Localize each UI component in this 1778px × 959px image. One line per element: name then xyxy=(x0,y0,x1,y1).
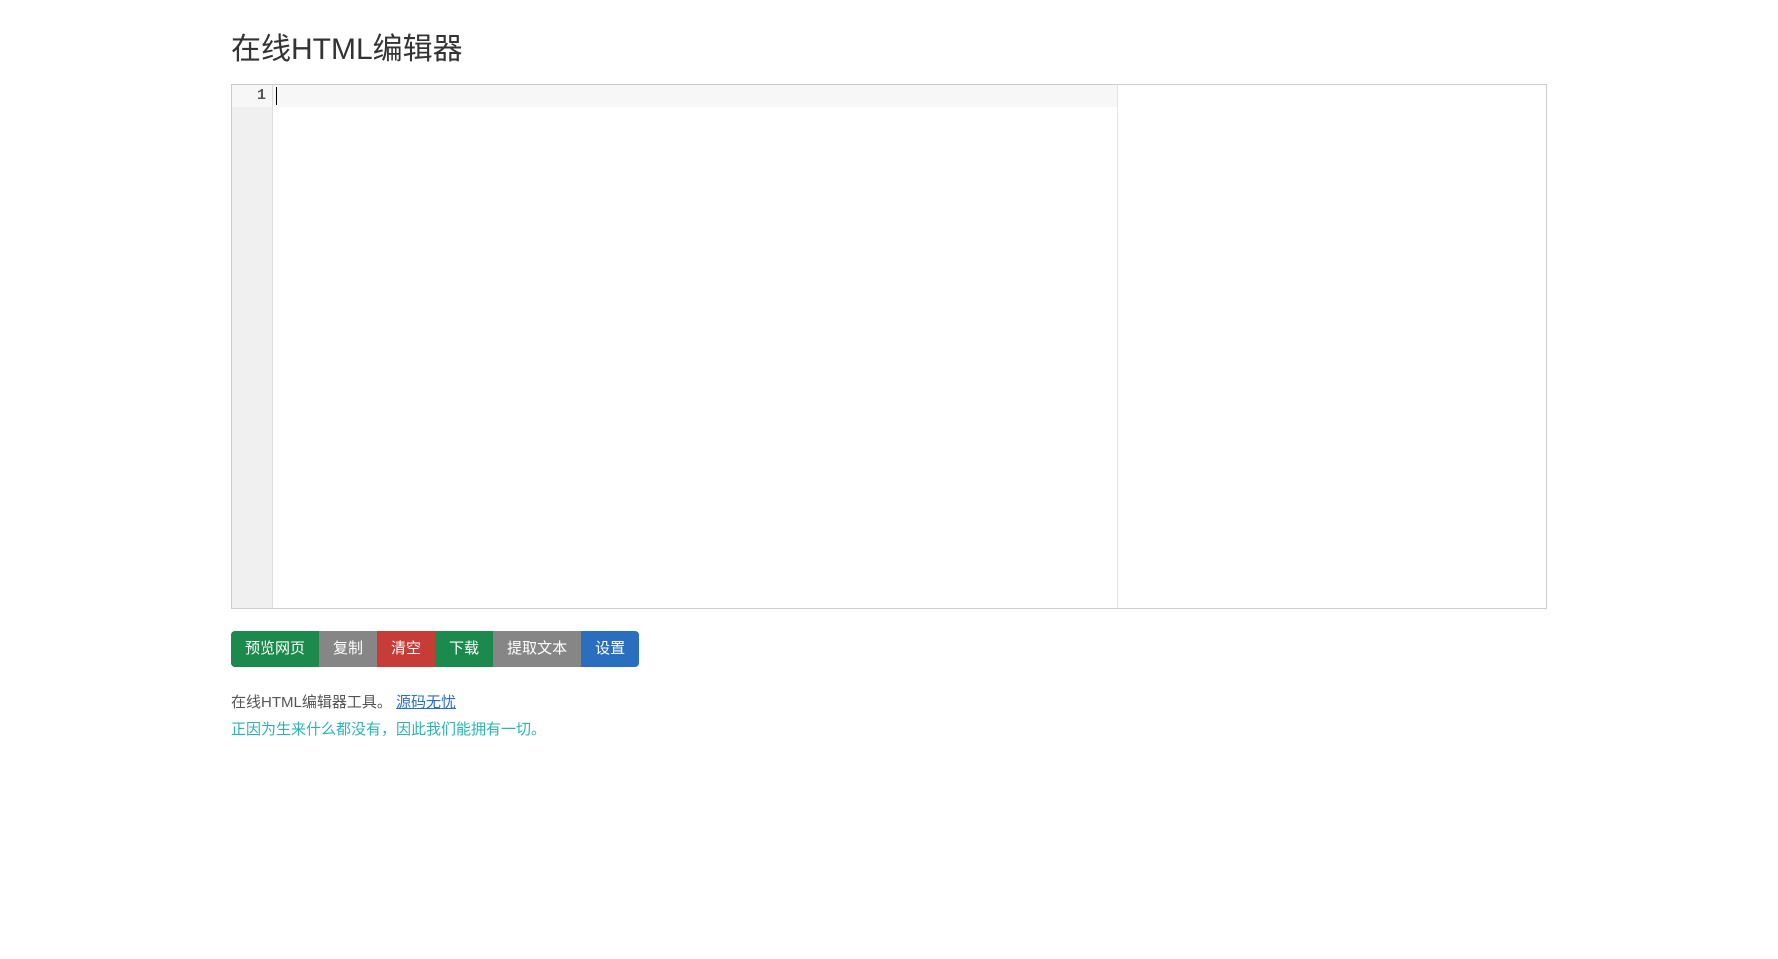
code-area[interactable] xyxy=(273,107,1117,608)
clear-button[interactable]: 清空 xyxy=(377,631,435,667)
preview-button[interactable]: 预览网页 xyxy=(231,631,319,667)
editor-body xyxy=(232,107,1117,608)
gutter-column xyxy=(232,107,273,608)
toolbar: 预览网页 复制 清空 下载 提取文本 设置 xyxy=(231,631,1547,667)
settings-button[interactable]: 设置 xyxy=(581,631,639,667)
page-title: 在线HTML编辑器 xyxy=(231,24,1547,68)
app-container: 在线HTML编辑器 1 预览网页 复制 清空 下载 提取文本 设置 在线 xyxy=(231,0,1547,743)
footer: 在线HTML编辑器工具。 源码无忧 正因为生来什么都没有，因此我们能拥有一切。 xyxy=(231,689,1547,743)
extract-text-button[interactable]: 提取文本 xyxy=(493,631,581,667)
code-line[interactable] xyxy=(273,85,1117,107)
footer-quote: 正因为生来什么都没有，因此我们能拥有一切。 xyxy=(231,721,546,738)
editor-line-1: 1 xyxy=(232,85,1117,107)
code-editor-pane: 1 xyxy=(232,85,1118,608)
cursor-icon xyxy=(276,87,277,105)
copy-button[interactable]: 复制 xyxy=(319,631,377,667)
footer-link[interactable]: 源码无忧 xyxy=(396,694,456,711)
preview-pane xyxy=(1118,85,1546,608)
code-textarea[interactable] xyxy=(273,107,1117,608)
footer-desc: 在线HTML编辑器工具。 xyxy=(231,694,392,711)
editor-frame: 1 xyxy=(231,84,1547,609)
download-button[interactable]: 下载 xyxy=(435,631,493,667)
line-number: 1 xyxy=(232,85,273,107)
